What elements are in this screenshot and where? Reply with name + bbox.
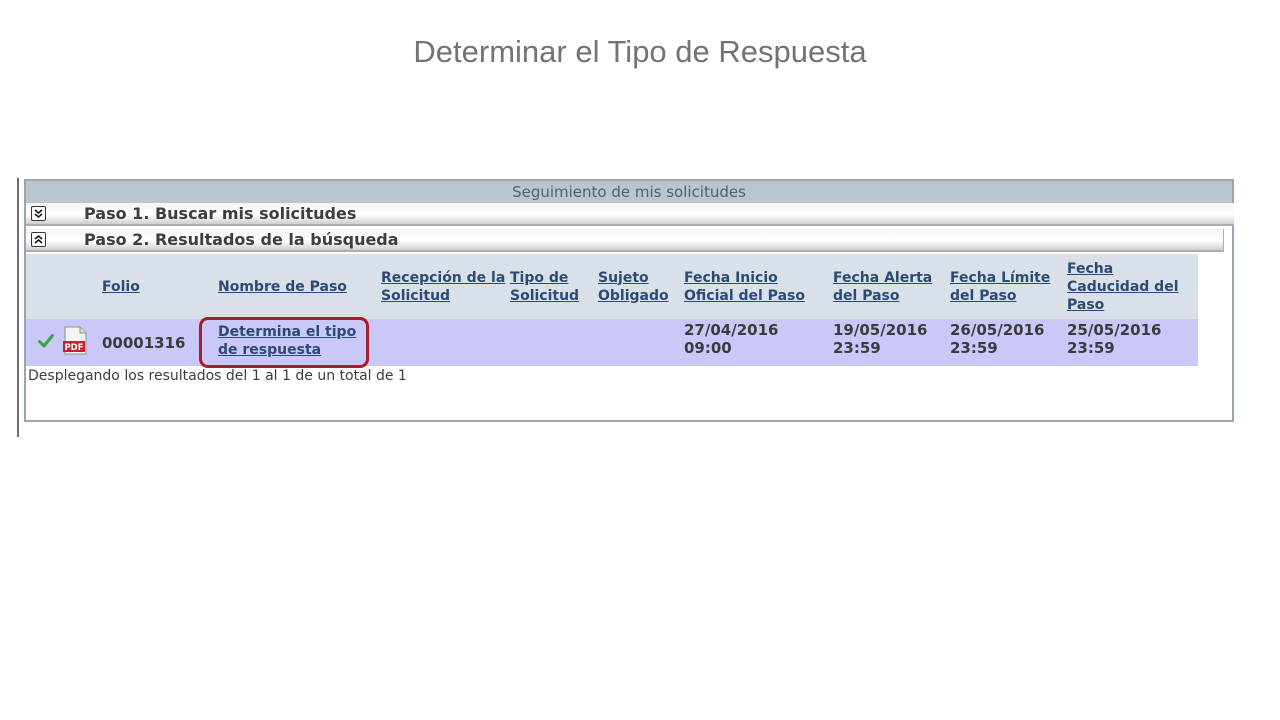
panel-header: Seguimiento de mis solicitudes	[26, 181, 1232, 203]
column-header-expiry-date[interactable]: Fecha Caducidad del Paso	[1067, 254, 1198, 319]
step-2-bar[interactable]: Paso 2. Resultados de la búsqueda	[26, 229, 1224, 252]
check-icon	[38, 333, 54, 352]
expand-icon[interactable]	[31, 206, 46, 221]
left-divider	[17, 178, 19, 437]
column-header-start-date[interactable]: Fecha Inicio Oficial del Paso	[684, 254, 833, 319]
alert-date-value: 19/05/2016 23:59	[833, 319, 950, 366]
pdf-icon[interactable]: PDF	[62, 326, 88, 359]
column-header-folio[interactable]: Folio	[102, 254, 218, 319]
step-1-bar[interactable]: Paso 1. Buscar mis solicitudes	[26, 203, 1234, 226]
collapse-icon[interactable]	[31, 232, 46, 247]
svg-text:PDF: PDF	[64, 343, 83, 353]
column-header-request-type[interactable]: Tipo de Solicitud	[510, 254, 598, 319]
column-header-reception[interactable]: Recepción de la Solicitud	[381, 254, 510, 319]
row-icons-cell: PDF	[26, 319, 102, 366]
step-2-label[interactable]: Paso 2. Resultados de la búsqueda	[84, 230, 399, 249]
results-summary: Desplegando los resultados del 1 al 1 de…	[28, 368, 407, 384]
start-date-value: 27/04/2016 09:00	[684, 319, 833, 366]
column-header-step-name[interactable]: Nombre de Paso	[218, 254, 381, 319]
slide-title: Determinar el Tipo de Respuesta	[413, 34, 867, 69]
request-type-value	[510, 319, 598, 366]
reception-value	[381, 319, 510, 366]
step-1-label[interactable]: Paso 1. Buscar mis solicitudes	[84, 204, 356, 223]
icons-column-header	[26, 254, 102, 319]
column-header-alert-date[interactable]: Fecha Alerta del Paso	[833, 254, 950, 319]
limit-date-value: 26/05/2016 23:59	[950, 319, 1067, 366]
column-header-limit-date[interactable]: Fecha Límite del Paso	[950, 254, 1067, 319]
column-header-subject[interactable]: Sujeto Obligado	[598, 254, 684, 319]
expiry-date-value: 25/05/2016 23:59	[1067, 319, 1198, 366]
highlight-callout	[199, 317, 369, 368]
table-header-row: Folio Nombre de Paso Recepción de la Sol…	[26, 254, 1198, 319]
subject-value	[598, 319, 684, 366]
requests-panel: Seguimiento de mis solicitudes Paso 1. B…	[24, 179, 1234, 422]
